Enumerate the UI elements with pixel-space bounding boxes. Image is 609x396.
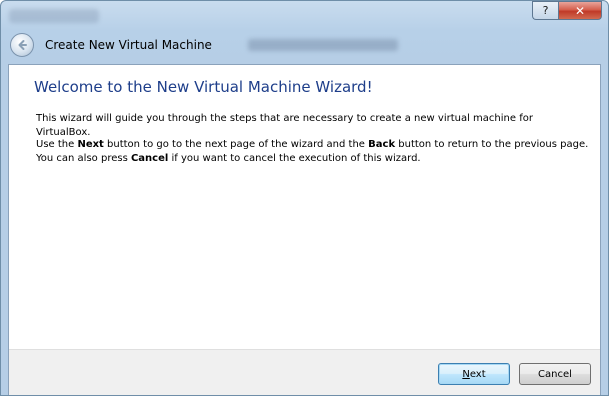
cancel-button[interactable]: Cancel [519,363,591,385]
cancel-keyword: Cancel [130,153,169,164]
next-button[interactable]: Next [438,363,510,385]
close-button[interactable]: ✕ [558,1,602,20]
next-keyword: Next [77,139,104,150]
back-button[interactable] [10,33,34,57]
back-keyword: Back [368,139,396,150]
blurred-background-text [247,39,398,51]
title-bar-controls: ? ✕ [532,1,602,20]
wizard-content: Welcome to the New Virtual Machine Wizar… [8,64,601,395]
instructions-text-part: Use the [36,139,78,150]
help-button[interactable]: ? [532,1,558,20]
close-icon: ✕ [574,3,586,18]
wizard-header-title: Create New Virtual Machine [45,38,212,52]
intro-text: This wizard will guide you through the s… [36,113,533,138]
wizard-window: ? ✕ Create New Virtual Machine Welcome t… [0,0,609,396]
page-title: Welcome to the New Virtual Machine Wizar… [34,78,373,96]
cancel-button-label: Cancel [538,368,572,380]
back-arrow-icon [18,40,27,50]
next-button-mnemonic: N [462,368,470,380]
wizard-footer: Next Cancel [9,349,600,395]
blurred-background-text [9,9,99,23]
help-icon: ? [542,4,549,17]
wizard-header: Create New Virtual Machine [8,29,601,61]
next-button-label: ext [469,368,486,380]
instructions-text: Use the Next button to go to the next pa… [36,138,590,166]
instructions-text-part: if you want to cancel the execution of t… [168,153,421,164]
instructions-text-part: button to go to the next page of the wiz… [103,139,369,150]
